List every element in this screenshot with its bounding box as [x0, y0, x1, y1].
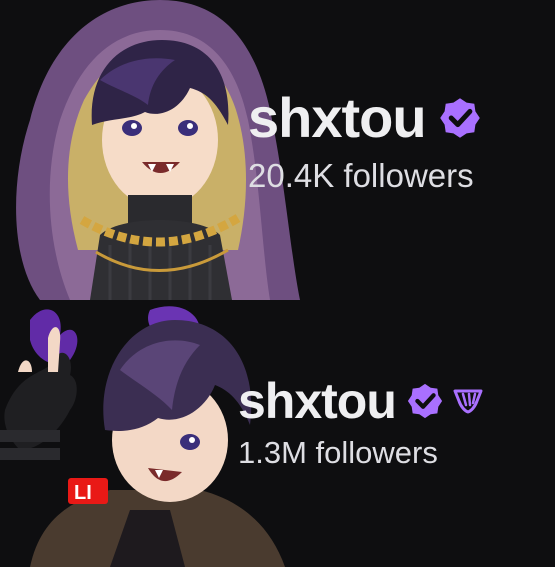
profile-card-bottom: LI shxtou 1.3M followers — [0, 300, 555, 567]
partner-cup-icon — [452, 385, 484, 417]
name-row: shxtou — [248, 86, 482, 150]
profile-card-top: shxtou 20.4K followers — [0, 0, 555, 300]
name-row: shxtou — [238, 372, 484, 430]
followers-count: 20.4K followers — [248, 157, 474, 194]
channel-name[interactable]: shxtou — [238, 372, 397, 430]
live-badge-text: LI — [74, 482, 92, 504]
profile-info-top: shxtou 20.4K followers — [248, 86, 482, 196]
verified-badge-icon — [406, 382, 444, 420]
followers-count: 1.3M followers — [238, 435, 438, 470]
profile-info-bottom: shxtou 1.3M followers — [238, 372, 484, 472]
channel-name[interactable]: shxtou — [248, 86, 427, 150]
verified-badge-icon — [438, 96, 482, 140]
